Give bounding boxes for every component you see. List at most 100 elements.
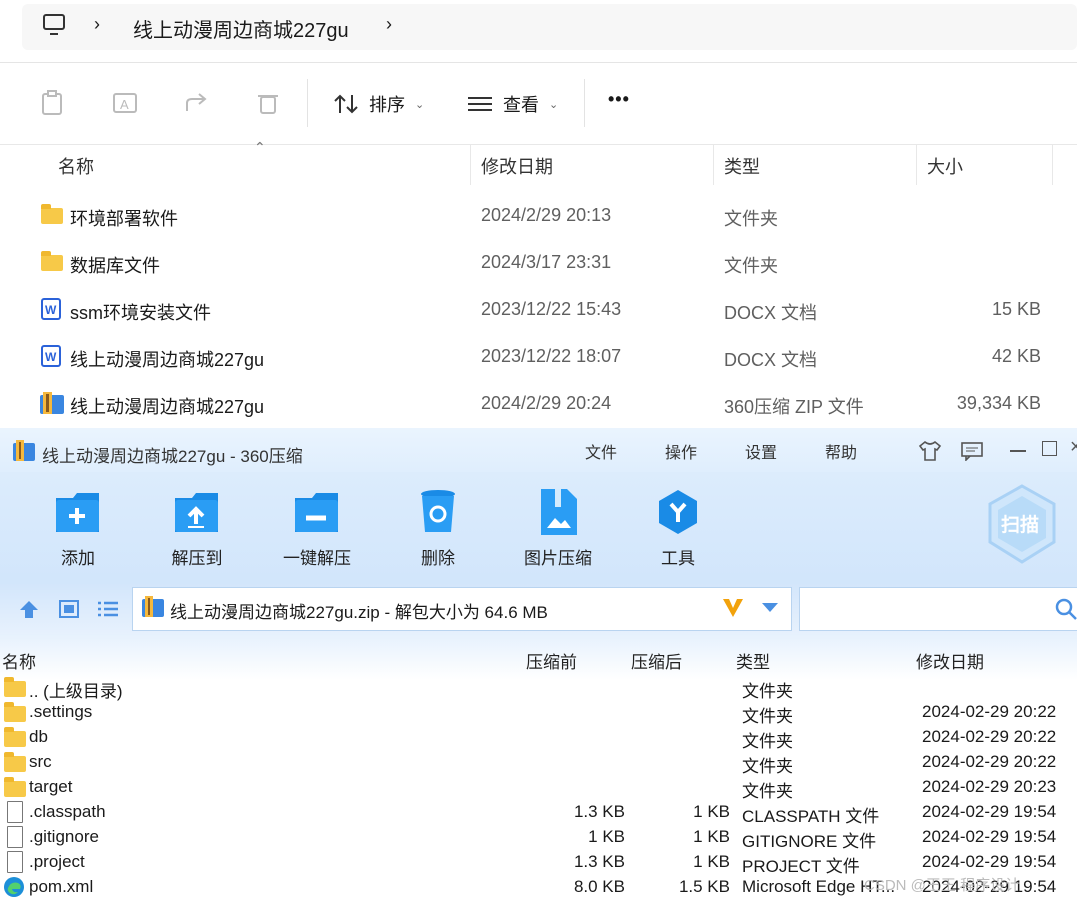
- feedback-icon[interactable]: [960, 441, 984, 461]
- zip-column-type[interactable]: 类型: [736, 648, 770, 673]
- zip-row[interactable]: .. (上级目录) 文件夹: [0, 675, 1077, 701]
- file-row[interactable]: W 线上动漫周边商城227gu 2023/12/22 18:07 DOCX 文档…: [0, 333, 1077, 380]
- extract-icon: [172, 488, 222, 536]
- zip-column-name[interactable]: 名称: [2, 648, 36, 673]
- column-type[interactable]: 类型: [724, 153, 760, 179]
- delete-button[interactable]: [248, 83, 288, 123]
- extract-to-label: 解压到: [171, 549, 223, 568]
- more-options-button[interactable]: •••: [608, 89, 630, 110]
- file-name: ssm环境安装文件: [70, 303, 211, 323]
- scan-button[interactable]: 扫描: [986, 484, 1058, 564]
- tools-label: 工具: [661, 549, 695, 568]
- zip-file-type: 文件夹: [742, 782, 793, 801]
- file-type: 文件夹: [724, 209, 778, 229]
- maximize-button[interactable]: [1042, 441, 1057, 456]
- zip-file-before: 1.3 KB: [573, 852, 625, 871]
- edge-icon: [4, 877, 24, 897]
- tools-icon: [653, 488, 703, 536]
- search-input[interactable]: [799, 587, 1077, 631]
- rename-button[interactable]: A: [105, 83, 145, 123]
- file-type: 文件夹: [724, 256, 778, 276]
- computer-icon[interactable]: [42, 13, 66, 37]
- column-name[interactable]: 名称: [58, 153, 94, 179]
- zip-row[interactable]: .classpath 1.3 KB 1 KB CLASSPATH 文件 2024-02-…: [0, 800, 1077, 826]
- extract-to-button[interactable]: 解压到: [152, 488, 242, 569]
- column-header: ⌃ 名称 修改日期 类型 大小: [0, 139, 1077, 187]
- delete-button[interactable]: 删除: [393, 488, 483, 569]
- file-date: 2023/12/22 18:07: [481, 346, 622, 366]
- file-date: 2023/12/22 15:43: [481, 299, 622, 319]
- folder-icon: [4, 677, 26, 697]
- menu-settings[interactable]: 设置: [745, 439, 777, 463]
- view-button[interactable]: 查看 ⌄: [467, 91, 558, 117]
- v-logo-icon[interactable]: [721, 597, 745, 619]
- zip-file-date: 2024-02-29 19:54: [922, 802, 1057, 821]
- paste-button[interactable]: [32, 83, 72, 123]
- zip-file-date: 2024-02-29 19:54: [922, 827, 1057, 846]
- folder-icon: [4, 777, 26, 797]
- file-row[interactable]: 数据库文件 2024/3/17 23:31 文件夹: [0, 239, 1077, 286]
- one-click-extract-button[interactable]: 一键解压: [272, 488, 362, 569]
- menu-operate[interactable]: 操作: [665, 439, 697, 463]
- breadcrumb-folder[interactable]: 线上动漫周边商城227gu: [133, 14, 349, 43]
- watermark: CSDN @王王 程序设计: [864, 877, 1021, 894]
- skin-shirt-icon[interactable]: [918, 440, 942, 462]
- sort-button[interactable]: 排序 ⌄: [333, 91, 424, 117]
- zip-row[interactable]: .project 1.3 KB 1 KB PROJECT 文件 2024-02-29 1…: [0, 850, 1077, 876]
- zip-file-date: 2024-02-29 20:22: [922, 727, 1057, 746]
- one-click-extract-label: 一键解压: [283, 549, 351, 568]
- svg-text:W: W: [45, 303, 57, 317]
- dropdown-arrow-icon[interactable]: [761, 602, 779, 614]
- search-icon[interactable]: [1055, 598, 1077, 620]
- sort-icon: [334, 94, 358, 114]
- menu-file[interactable]: 文件: [585, 439, 617, 463]
- chevron-right-icon[interactable]: ›: [386, 14, 392, 35]
- zip-row[interactable]: .settings 文件夹 2024-02-29 20:22: [0, 700, 1077, 726]
- file-size: 15 KB: [991, 299, 1041, 319]
- zip-row[interactable]: src 文件夹 2024-02-29 20:22: [0, 750, 1077, 776]
- zip-file-name: .settings: [29, 702, 93, 721]
- command-bar: A 排序 ⌄ 查看 ⌄ •••: [0, 62, 1077, 145]
- image-compress-button[interactable]: 图片压缩: [513, 488, 603, 569]
- zip-file-date: 2024-02-29 20:22: [922, 752, 1057, 771]
- tools-button[interactable]: 工具: [633, 488, 723, 569]
- zip-file-type: 文件夹: [742, 757, 793, 776]
- zip-column-date[interactable]: 修改日期: [916, 648, 984, 673]
- thumbnail-view-icon[interactable]: [58, 599, 80, 619]
- add-icon: [53, 488, 103, 536]
- zip-file-before: 1.3 KB: [573, 802, 625, 821]
- address-bar-area: › 线上动漫周边商城227gu ›: [0, 0, 1077, 62]
- file-name: 线上动漫周边商城227gu: [70, 350, 265, 370]
- add-button[interactable]: 添加: [33, 488, 123, 569]
- paste-icon: [42, 90, 62, 115]
- zip-file-type: 文件夹: [742, 732, 793, 751]
- share-button[interactable]: [177, 83, 217, 123]
- up-arrow-icon[interactable]: [18, 599, 40, 619]
- close-icon[interactable]: ×: [1070, 436, 1077, 459]
- column-date[interactable]: 修改日期: [481, 153, 553, 179]
- file-row[interactable]: W ssm环境安装文件 2023/12/22 15:43 DOCX 文档 15 …: [0, 286, 1077, 333]
- zip-path-bar: 线上动漫周边商城227gu.zip - 解包大小为 64.6 MB: [0, 584, 1077, 634]
- zip-file-after: 1.5 KB: [678, 877, 730, 896]
- zip-row[interactable]: .gitignore 1 KB 1 KB GITIGNORE 文件 2024-02-29…: [0, 825, 1077, 851]
- file-name: 数据库文件: [70, 256, 160, 276]
- path-field[interactable]: 线上动漫周边商城227gu.zip - 解包大小为 64.6 MB: [132, 587, 792, 631]
- zip-column-before[interactable]: 压缩前: [526, 648, 577, 673]
- file-name: 线上动漫周边商城227gu: [70, 397, 265, 417]
- file-type: 360压缩 ZIP 文件: [724, 397, 864, 417]
- zip-archive-icon: [142, 596, 164, 617]
- folder-icon: [4, 727, 26, 747]
- zip-column-after[interactable]: 压缩后: [631, 648, 682, 673]
- column-size[interactable]: 大小: [927, 153, 963, 179]
- zip-title: 线上动漫周边商城227gu - 360压缩: [42, 447, 303, 466]
- zip-row[interactable]: db 文件夹 2024-02-29 20:22: [0, 725, 1077, 751]
- word-doc-icon: W: [41, 345, 61, 367]
- minimize-button[interactable]: [1010, 450, 1026, 452]
- file-row[interactable]: 线上动漫周边商城227gu 2024/2/29 20:24 360压缩 ZIP …: [0, 380, 1077, 427]
- delete-label: 删除: [421, 549, 455, 568]
- zip-row[interactable]: target 文件夹 2024-02-29 20:23: [0, 775, 1077, 801]
- folder-icon: [4, 702, 26, 722]
- file-row[interactable]: 环境部署软件 2024/2/29 20:13 文件夹: [0, 192, 1077, 239]
- menu-help[interactable]: 帮助: [825, 439, 857, 463]
- list-view-icon[interactable]: [96, 599, 120, 619]
